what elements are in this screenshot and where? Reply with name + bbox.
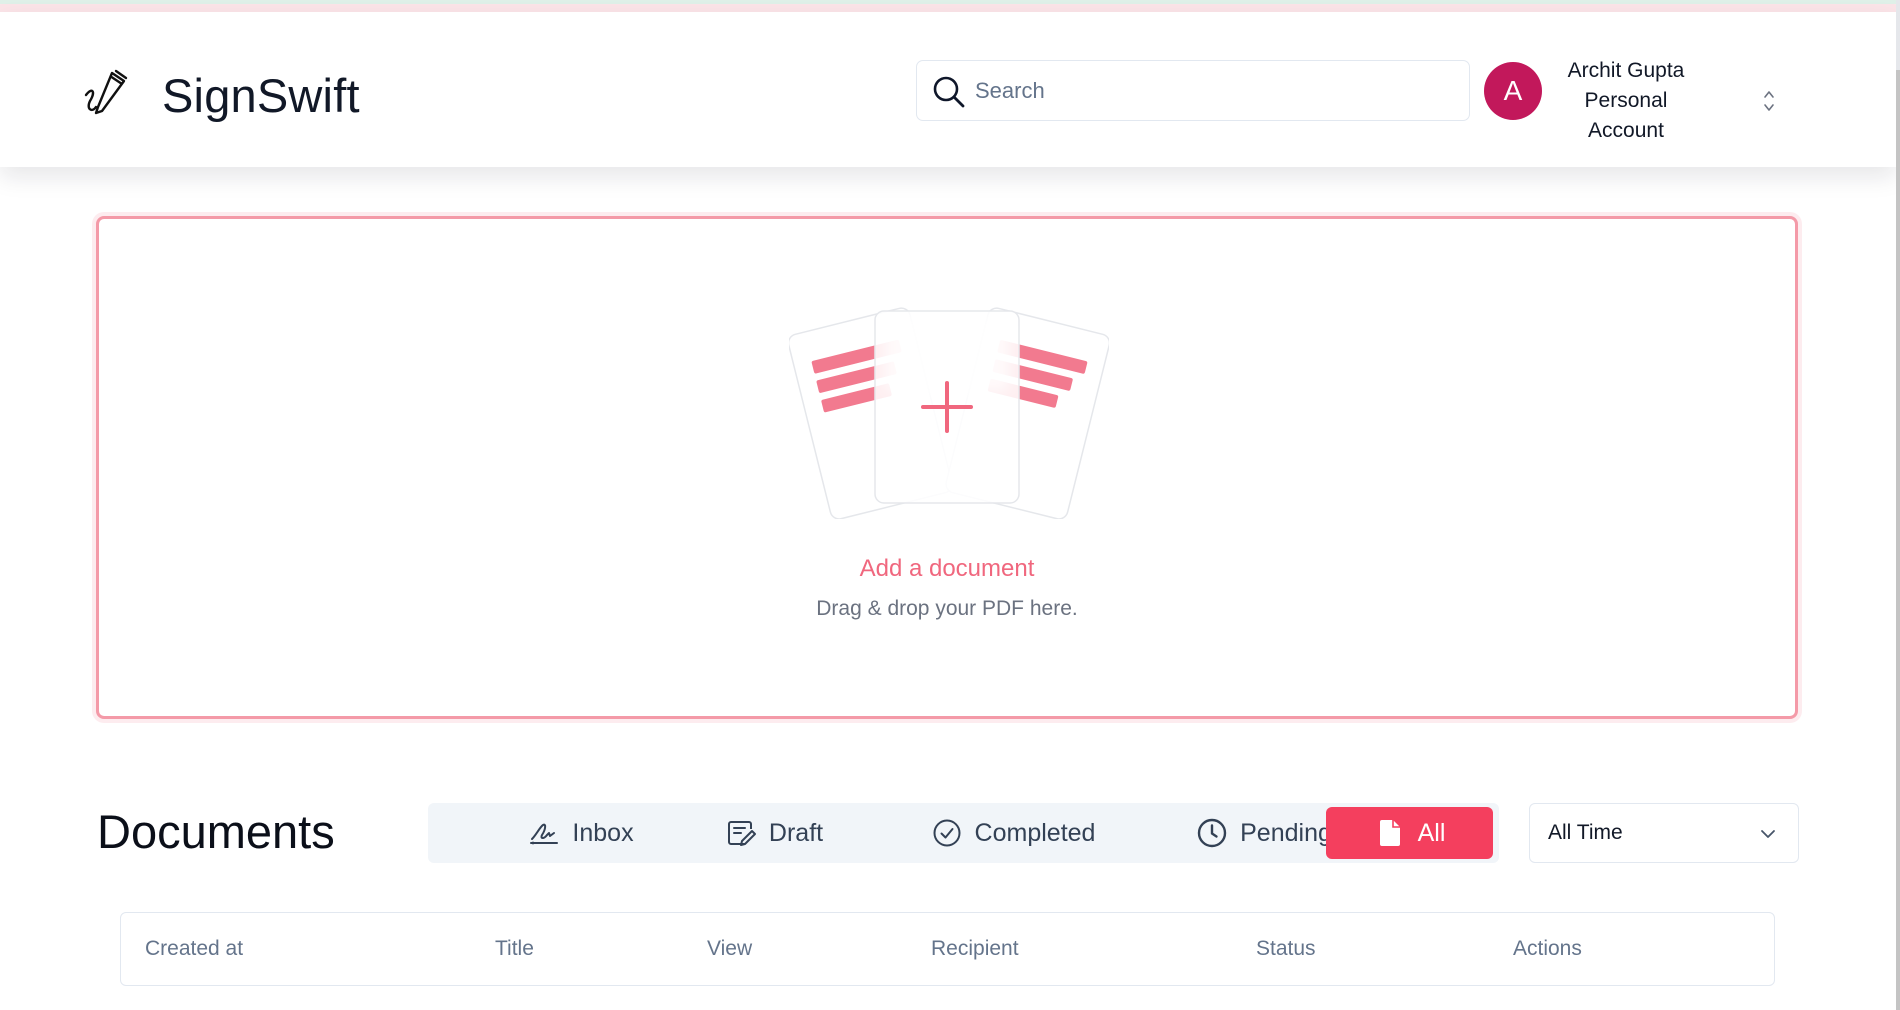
account-switcher[interactable]: Archit Gupta Personal Account [1548, 56, 1704, 146]
tab-draft-label: Draft [768, 818, 824, 847]
app-header: SignSwift A Archit Gupta Personal Accoun… [0, 12, 1896, 167]
top-strip [0, 0, 1900, 12]
scrollbar-thumb[interactable] [1896, 70, 1900, 1010]
period-filter-value: All Time [1548, 821, 1623, 844]
check-circle-icon [933, 819, 961, 847]
chevron-up-down-icon[interactable] [1760, 88, 1778, 114]
avatar[interactable]: A [1484, 62, 1542, 120]
tab-draft[interactable]: Draft [674, 807, 874, 859]
chevron-down-icon [1761, 830, 1775, 838]
column-actions[interactable]: Actions [1513, 937, 1582, 961]
tab-completed-label: Completed [974, 818, 1096, 847]
account-name: Archit Gupta [1567, 59, 1685, 82]
draft-icon [727, 821, 756, 846]
search-input[interactable] [975, 71, 1455, 111]
documents-heading: Documents [97, 805, 335, 858]
clock-icon [1197, 818, 1227, 848]
column-title[interactable]: Title [495, 937, 534, 961]
column-created-at[interactable]: Created at [145, 937, 243, 961]
tab-all[interactable]: All [1326, 807, 1493, 859]
column-status[interactable]: Status [1256, 937, 1316, 961]
search-icon [933, 76, 965, 108]
account-type-line1: Personal [1584, 89, 1668, 112]
tab-inbox-label: Inbox [572, 818, 634, 847]
add-document-subtitle: Drag & drop your PDF here. [816, 597, 1078, 620]
signature-icon [530, 823, 559, 845]
tab-inbox[interactable]: Inbox [476, 807, 686, 859]
pen-logo-icon [84, 69, 128, 115]
document-dropzone[interactable]: Add a document Drag & drop your PDF here… [96, 216, 1798, 719]
column-recipient[interactable]: Recipient [931, 937, 1019, 961]
tab-all-label: All [1417, 818, 1446, 847]
documents-table-header: Created at Title View Recipient Status A… [120, 912, 1775, 986]
file-icon [1379, 820, 1400, 846]
add-document-title: Add a document [859, 555, 1035, 582]
column-view[interactable]: View [707, 937, 752, 961]
tab-pending-label: Pending [1240, 818, 1332, 847]
app-logo-text[interactable]: SignSwift [162, 68, 360, 123]
add-document-illustration-icon [789, 307, 1109, 519]
document-filter-tabs: Inbox Draft Completed Pending All [428, 803, 1499, 863]
tab-completed[interactable]: Completed [868, 807, 1158, 859]
search-box[interactable] [916, 60, 1470, 121]
period-filter-select[interactable]: All Time [1529, 803, 1799, 863]
account-type-line2: Account [1588, 119, 1664, 142]
